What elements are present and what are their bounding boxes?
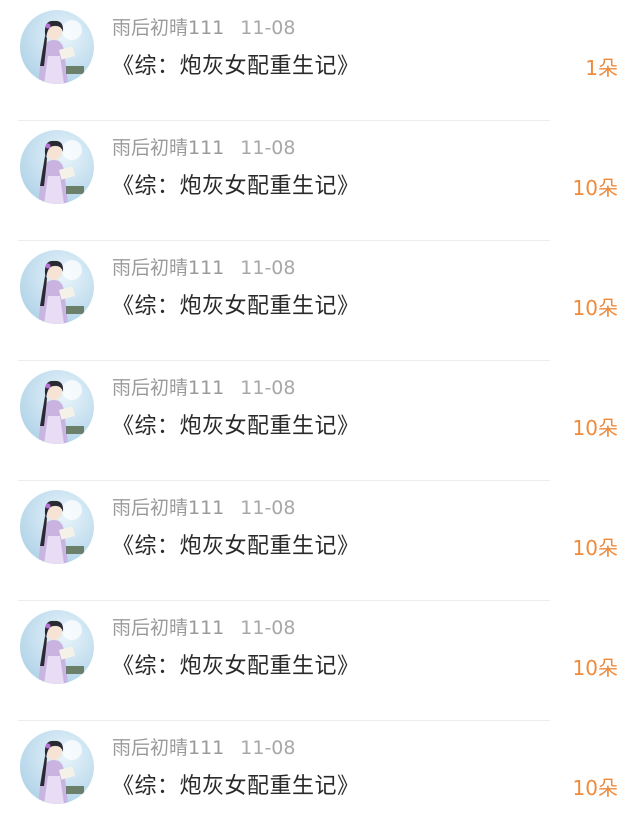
list-item[interactable]: 雨后初晴111 11-08 《综：炮灰女配重生记》 10朵 [0,480,640,600]
author-name[interactable]: 雨后初晴111 [112,497,224,519]
author-name[interactable]: 雨后初晴111 [112,257,224,279]
flower-count: 1朵 [585,56,618,80]
item-meta: 雨后初晴111 11-08 [112,13,295,40]
book-title[interactable]: 《综：炮灰女配重生记》 [112,768,360,800]
item-date: 11-08 [240,17,296,39]
item-meta: 雨后初晴111 11-08 [112,253,295,280]
item-meta: 雨后初晴111 11-08 [112,613,295,640]
avatar[interactable] [20,610,94,684]
flower-count: 10朵 [572,416,618,440]
list-item[interactable]: 雨后初晴111 11-08 《综：炮灰女配重生记》 10朵 [0,720,640,840]
author-name[interactable]: 雨后初晴111 [112,17,224,39]
avatar-illustration [20,250,94,324]
list-item[interactable]: 雨后初晴111 11-08 《综：炮灰女配重生记》 10朵 [0,600,640,720]
item-date: 11-08 [240,137,296,159]
avatar-illustration [20,610,94,684]
flower-count: 10朵 [572,776,618,800]
gift-list: 雨后初晴111 11-08 《综：炮灰女配重生记》 1朵 雨后初晴111 11-… [0,0,640,840]
avatar[interactable] [20,370,94,444]
item-date: 11-08 [240,377,296,399]
avatar-illustration [20,370,94,444]
item-date: 11-08 [240,617,296,639]
item-meta: 雨后初晴111 11-08 [112,733,295,760]
avatar[interactable] [20,250,94,324]
avatar-illustration [20,10,94,84]
book-title[interactable]: 《综：炮灰女配重生记》 [112,648,360,680]
flower-count: 10朵 [572,176,618,200]
item-meta: 雨后初晴111 11-08 [112,493,295,520]
item-date: 11-08 [240,497,296,519]
list-item[interactable]: 雨后初晴111 11-08 《综：炮灰女配重生记》 10朵 [0,120,640,240]
avatar[interactable] [20,730,94,804]
list-item[interactable]: 雨后初晴111 11-08 《综：炮灰女配重生记》 10朵 [0,240,640,360]
book-title[interactable]: 《综：炮灰女配重生记》 [112,408,360,440]
book-title[interactable]: 《综：炮灰女配重生记》 [112,528,360,560]
list-item[interactable]: 雨后初晴111 11-08 《综：炮灰女配重生记》 10朵 [0,360,640,480]
avatar[interactable] [20,10,94,84]
avatar[interactable] [20,130,94,204]
avatar-illustration [20,490,94,564]
list-item[interactable]: 雨后初晴111 11-08 《综：炮灰女配重生记》 1朵 [0,0,640,120]
author-name[interactable]: 雨后初晴111 [112,617,224,639]
item-date: 11-08 [240,257,296,279]
item-meta: 雨后初晴111 11-08 [112,133,295,160]
book-title[interactable]: 《综：炮灰女配重生记》 [112,288,360,320]
avatar-illustration [20,130,94,204]
author-name[interactable]: 雨后初晴111 [112,137,224,159]
author-name[interactable]: 雨后初晴111 [112,737,224,759]
avatar[interactable] [20,490,94,564]
book-title[interactable]: 《综：炮灰女配重生记》 [112,168,360,200]
flower-count: 10朵 [572,656,618,680]
flower-count: 10朵 [572,296,618,320]
author-name[interactable]: 雨后初晴111 [112,377,224,399]
item-meta: 雨后初晴111 11-08 [112,373,295,400]
flower-count: 10朵 [572,536,618,560]
book-title[interactable]: 《综：炮灰女配重生记》 [112,48,360,80]
avatar-illustration [20,730,94,804]
item-date: 11-08 [240,737,296,759]
